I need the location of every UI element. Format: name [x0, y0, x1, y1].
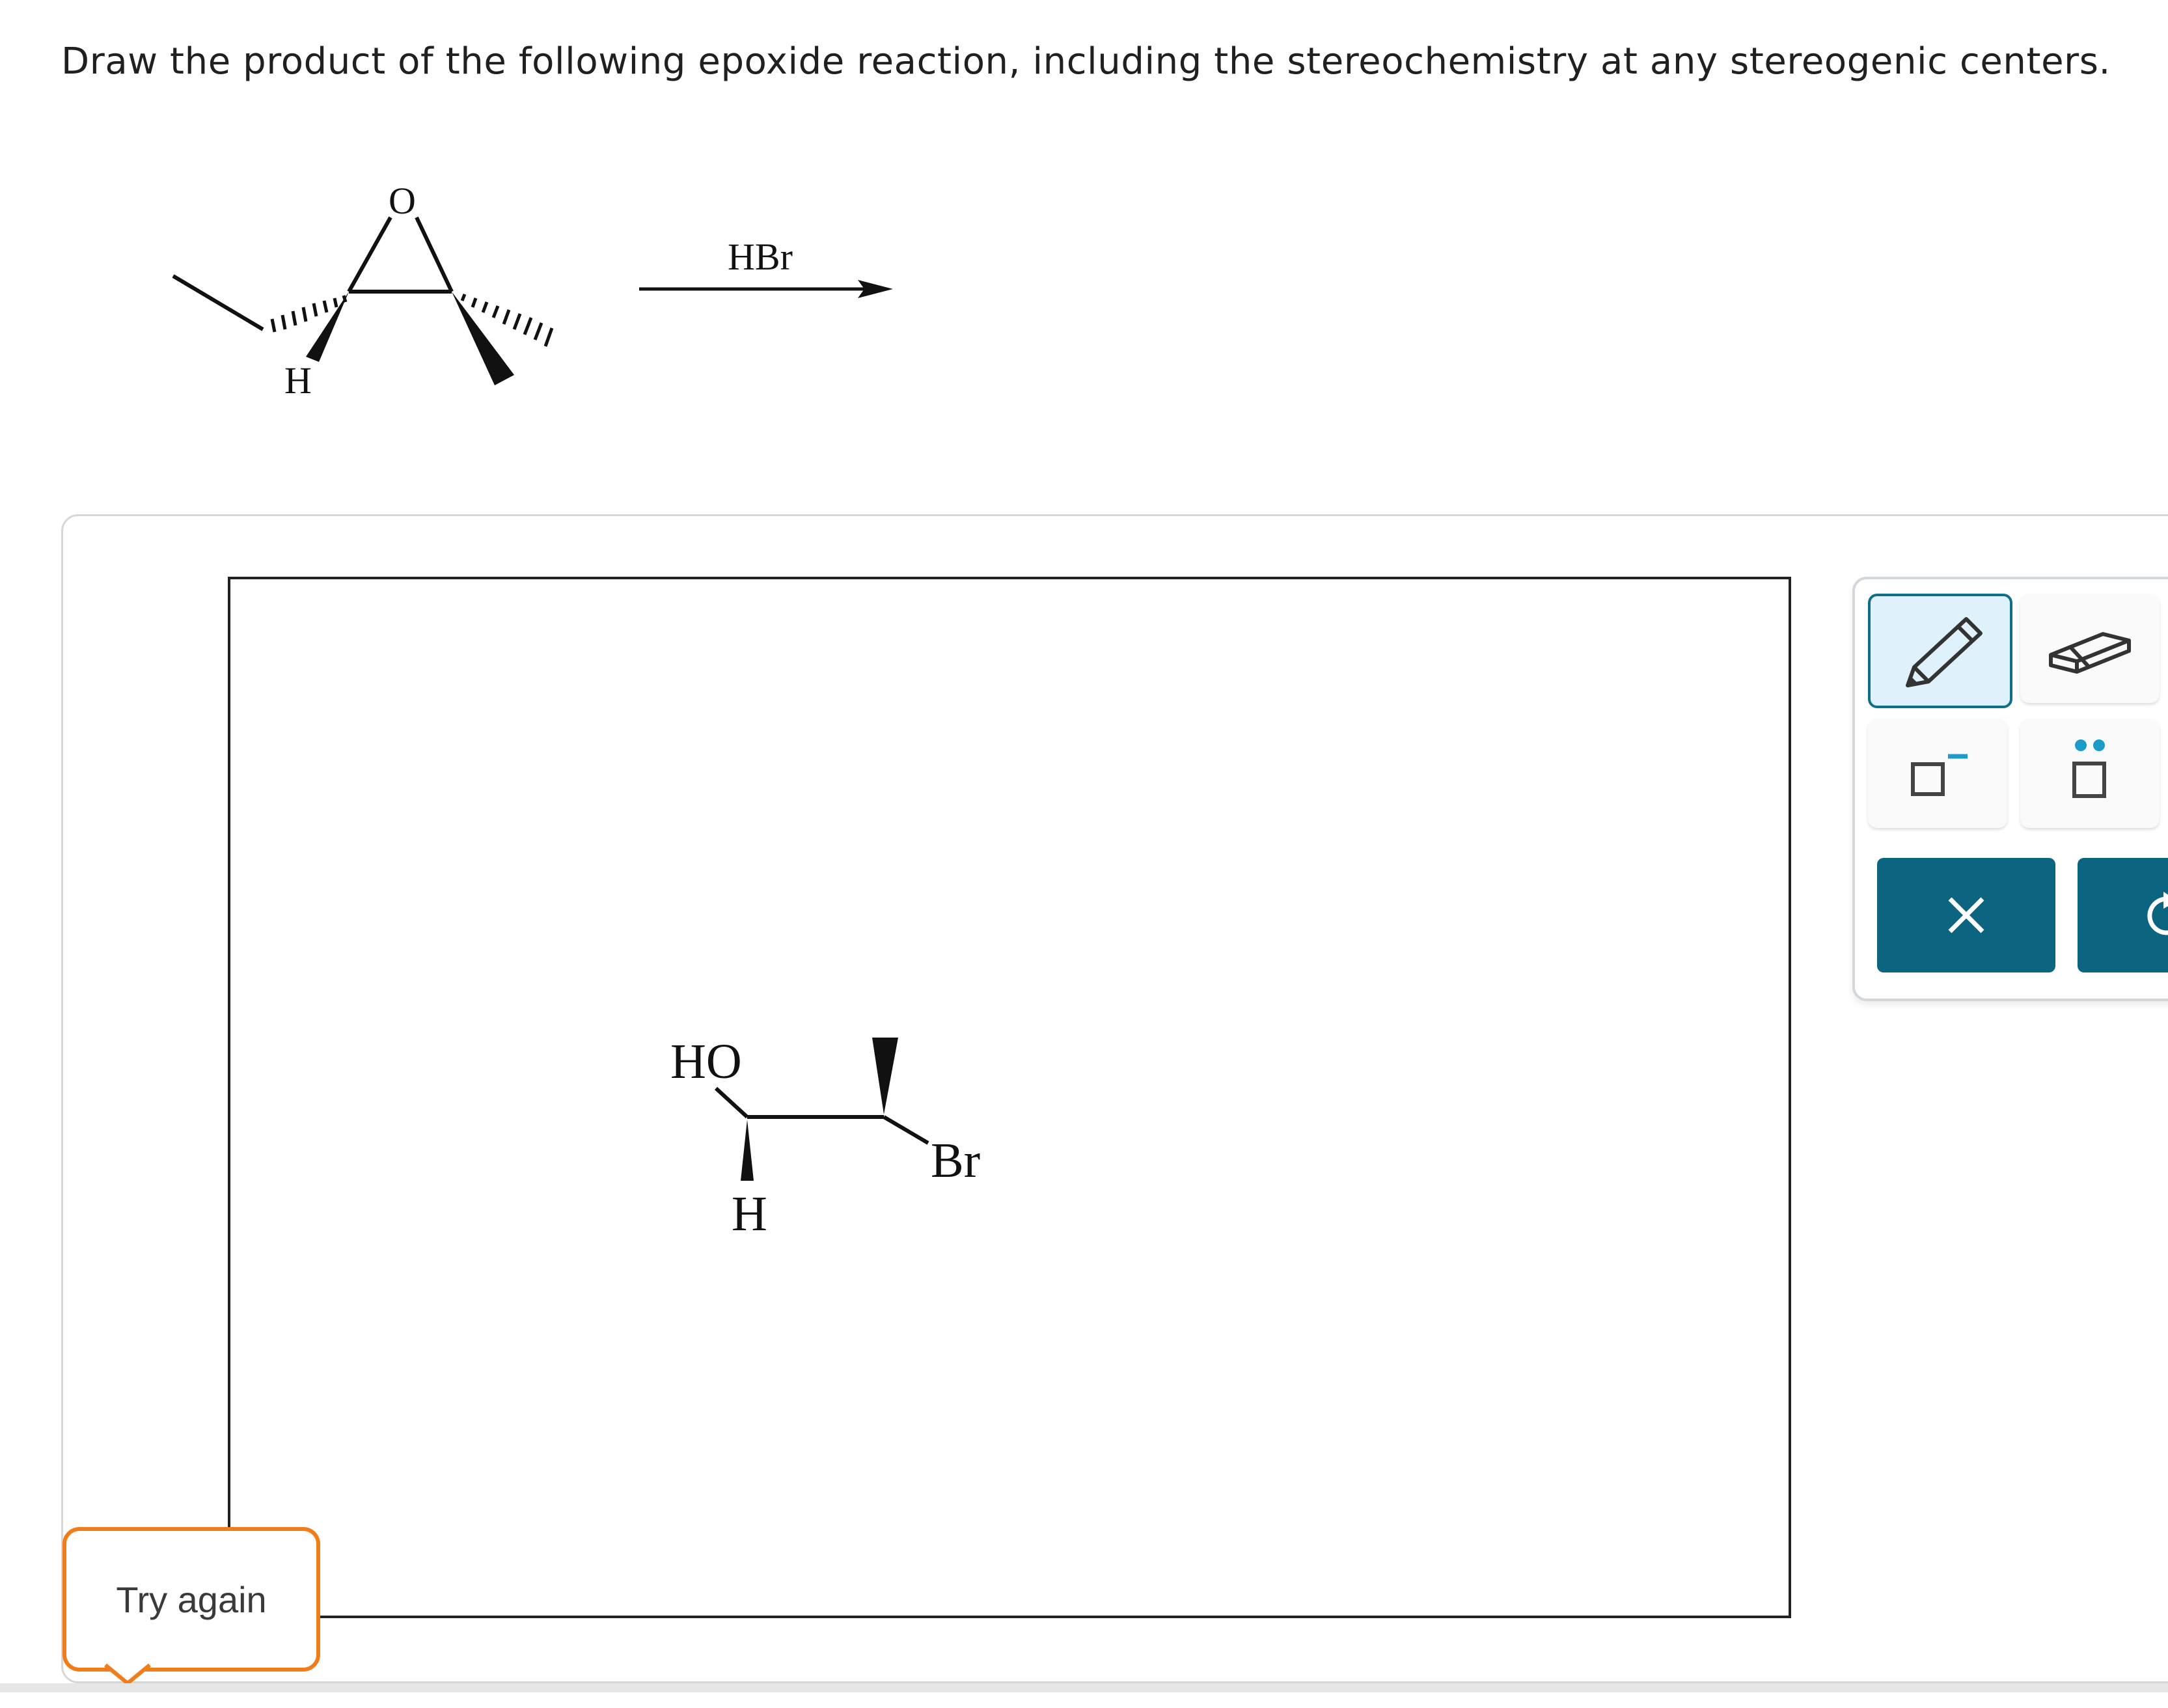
undo-button[interactable] — [2078, 858, 2168, 972]
product-ho-label: HO — [670, 1034, 742, 1089]
clear-icon — [1948, 897, 1984, 933]
reagent-label: HBr — [728, 236, 793, 278]
reactant-h-label: H — [284, 359, 312, 402]
product-h-label: H — [732, 1187, 767, 1241]
charge-tool[interactable] — [1868, 719, 2007, 828]
drawing-canvas[interactable]: HO H Br — [228, 577, 1791, 1618]
epoxide-oxygen-label: O — [389, 180, 416, 222]
charge-icon — [1911, 754, 1968, 796]
reaction-scheme: O H HBr — [172, 180, 893, 402]
drawing-toolbar — [1852, 577, 2168, 1001]
h-wedge-bond — [741, 1120, 754, 1181]
product-br-label: Br — [931, 1133, 980, 1188]
drawn-product: HO H Br — [670, 1034, 980, 1241]
undo-icon — [2147, 892, 2168, 935]
clear-button[interactable] — [1877, 858, 2055, 972]
br-bond — [883, 1115, 929, 1145]
bottom-divider — [0, 1683, 2168, 1692]
ho-bond — [714, 1086, 749, 1119]
epoxide-molecule — [172, 216, 454, 331]
eraser-icon — [2049, 632, 2131, 674]
pencil-tool[interactable] — [1868, 594, 2012, 708]
reaction-arrow — [639, 280, 893, 298]
right-wedge-bond — [452, 292, 514, 385]
eraser-tool[interactable] — [2020, 594, 2160, 703]
lone-pair-tool[interactable] — [2020, 719, 2160, 828]
try-again-text: Try again — [116, 1578, 267, 1620]
lone-pair-icon — [2072, 739, 2106, 798]
pencil-icon — [1906, 617, 1983, 687]
try-again-tooltip: Try again — [62, 1527, 320, 1672]
left-wedge-bond — [306, 292, 349, 362]
methyl-wedge-bond — [872, 1038, 898, 1114]
